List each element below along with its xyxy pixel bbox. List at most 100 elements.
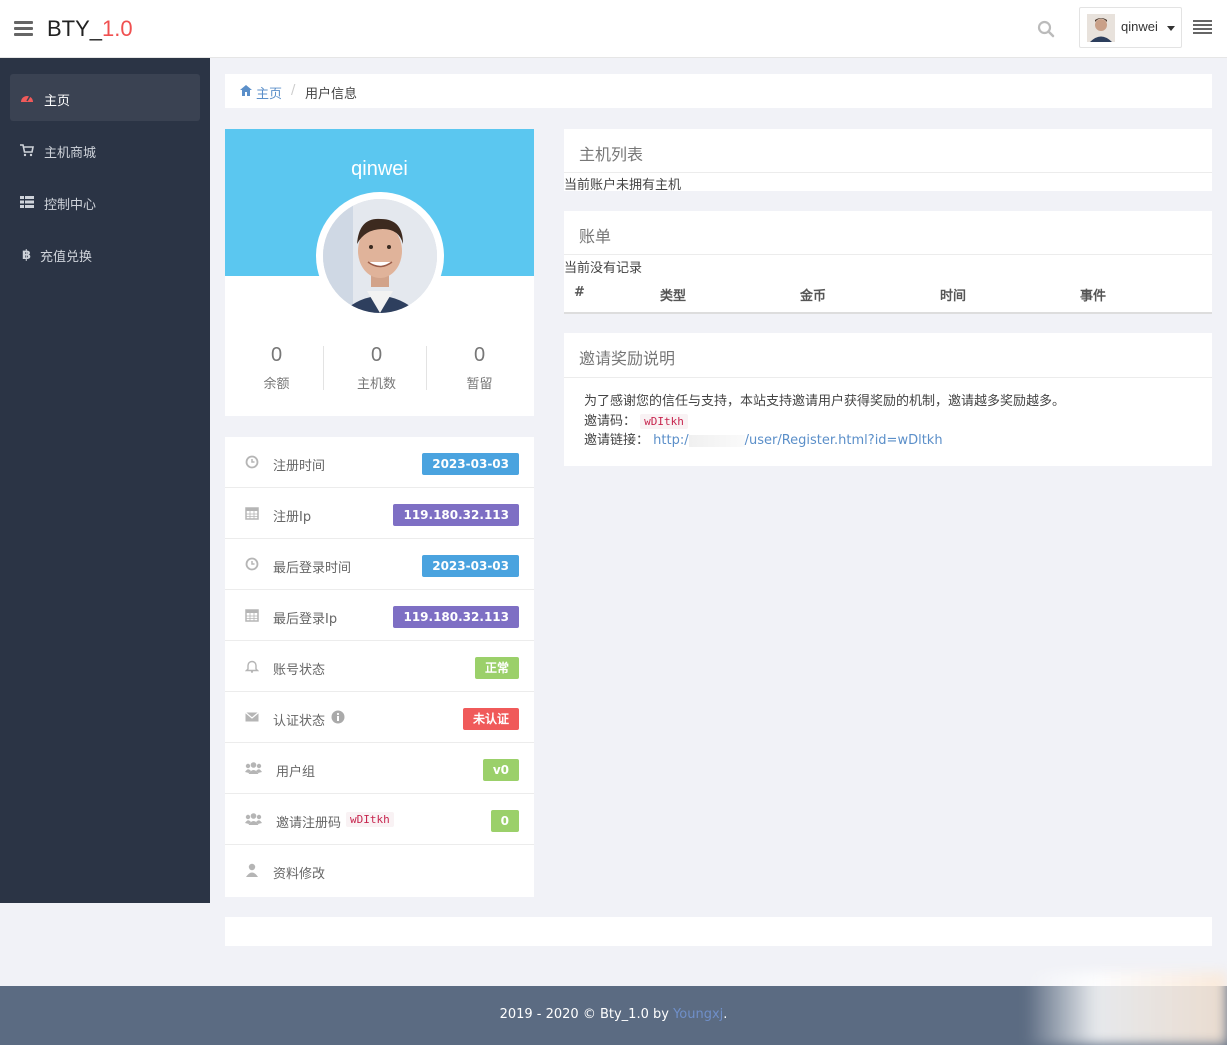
avatar [1087,14,1115,42]
home-icon [240,85,252,96]
breadcrumb: 主页 / 用户信息 [225,74,1212,108]
info-label: 注册时间 [273,459,326,474]
profile-avatar [316,192,444,320]
column-header: # [574,285,585,300]
profile-name: qinwei [351,158,408,180]
hosts-title: 主机列表 [579,145,644,164]
column-header: 金币 [800,289,827,304]
edit-profile-link[interactable]: 资料修改 [273,863,325,882]
stat-divider [426,346,427,390]
stat-hosts: 0 主机数 [325,344,428,392]
sidebar-item-shop[interactable]: 主机商城 [10,126,200,173]
brand-prefix: BTY_ [47,16,103,41]
invite-link-prefix[interactable]: http:/ [653,433,688,448]
sidebar-item-label: 控制中心 [44,198,97,213]
hosts-panel: 主机列表 当前账户未拥有主机 [564,129,1212,193]
footer-copyright: 2019 - 2020 © Bty_1.0 by [499,1007,674,1022]
info-row-edit-profile[interactable]: 资料修改 [225,845,534,896]
invite-title: 邀请奖励说明 [579,349,676,368]
stat-label: 暂留 [466,377,493,392]
info-label: 认证状态 [273,714,326,729]
invite-link-suffix[interactable]: /user/Register.html?id=wDltkh [745,433,943,448]
svg-text:฿: ฿ [22,248,31,261]
register-ip-badge: 119.180.32.113 [393,504,519,526]
panel-divider [564,254,1212,255]
invite-code-inline: wDItkh [346,812,394,827]
invite-link-label: 邀请链接： [584,433,650,448]
info-icon[interactable] [331,710,345,724]
invite-code-line: 邀请码： wDItkh [584,410,688,429]
username: qinwei [1121,19,1158,34]
sidebar-item-label: 主页 [44,94,71,109]
column-header: 时间 [940,289,967,304]
info-row-verify-status: 认证状态 未认证 [225,692,534,743]
envelope-icon [245,712,259,722]
info-row-last-login-ip: 最后登录Ip 119.180.32.113 [225,590,534,641]
breadcrumb-separator: / [291,83,296,98]
info-row-user-group: 用户组 v0 [225,743,534,794]
menu-icon[interactable] [14,21,33,36]
calendar-icon [245,609,259,622]
bell-icon [245,660,259,673]
sidebar-item-label: 充值兑换 [40,250,93,265]
invite-code-label: 邀请码： [584,414,637,429]
sidebar-item-label: 主机商城 [44,146,97,161]
info-row-account-status: 账号状态 正常 [225,641,534,692]
user-menu[interactable]: qinwei [1079,7,1182,48]
verify-status-badge: 未认证 [462,708,519,730]
stat-reserved: 0 暂留 [428,344,531,392]
clock-icon [245,557,259,571]
search-icon[interactable] [1037,20,1055,38]
hosts-empty-message: 当前账户未拥有主机 [564,178,682,193]
info-label: 用户组 [276,765,316,780]
bills-title: 账单 [579,227,612,246]
invite-panel: 邀请奖励说明 为了感谢您的信任与支持，本站支持邀请用户获得奖励的机制，邀请越多奖… [564,333,1212,466]
invite-link-line: 邀请链接： http:/ /user/Register.html?id=wDltk… [584,429,943,448]
footer-author-link[interactable]: Youngxj [673,1007,723,1022]
info-label: 最后登录时间 [273,561,352,576]
brand-version: 1.0 [102,16,133,41]
info-row-last-login-time: 最后登录时间 2023-03-03 [225,539,534,590]
footer-end: . [723,1007,728,1022]
last-login-ip-badge: 119.180.32.113 [393,606,519,628]
brand-logo[interactable]: BTY_1.0 [47,16,133,42]
stat-balance: 0 余额 [225,344,328,392]
dashboard-icon [21,95,33,102]
top-header: BTY_1.0 qinwei [0,0,1227,58]
stat-value: 0 [370,344,383,366]
account-status-badge: 正常 [474,657,519,679]
user-icon [246,863,258,877]
info-label: 注册Ip [273,510,312,525]
profile-card: qinwei 0 余额 0 主机数 0 暂留 [225,129,534,416]
invite-code: wDItkh [640,414,688,429]
redacted-domain [688,434,745,447]
stat-value: 0 [473,344,486,366]
blur-overlay [1025,972,1227,1045]
info-row-register-time: 注册时间 2023-03-03 [225,437,534,488]
stat-label: 主机数 [356,377,396,392]
column-header: 类型 [660,289,687,304]
sidebar: 主页 主机商城 控制中心 ฿ 充值兑换 [0,58,210,903]
sidebar-item-recharge[interactable]: ฿ 充值兑换 [10,230,200,277]
info-row-invite-code: 邀请注册码 wDItkh 0 [225,794,534,845]
clock-icon [245,455,259,469]
breadcrumb-home-link[interactable]: 主页 [256,83,282,102]
content-footer-bar [225,917,1212,946]
calendar-icon [245,507,259,520]
users-icon [245,813,262,825]
user-group-badge: v0 [482,759,519,781]
bills-table-header: # 类型 金币 时间 事件 [564,284,1212,314]
bills-empty-message: 当前没有记录 [564,261,643,276]
sidebar-item-home[interactable]: 主页 [10,74,200,121]
panel-divider [564,377,1212,378]
invite-description: 为了感谢您的信任与支持，本站支持邀请用户获得奖励的机制，邀请越多奖励越多。 [584,394,1066,409]
bitcoin-icon: ฿ [22,248,31,261]
last-login-time-badge: 2023-03-03 [422,555,519,577]
sidebar-item-control[interactable]: 控制中心 [10,178,200,225]
stat-divider [323,346,324,390]
list-icon[interactable] [1193,20,1212,36]
invite-count-badge: 0 [490,810,519,832]
column-header: 事件 [1080,289,1107,304]
info-label: 账号状态 [273,663,326,678]
stat-value: 0 [270,344,283,366]
